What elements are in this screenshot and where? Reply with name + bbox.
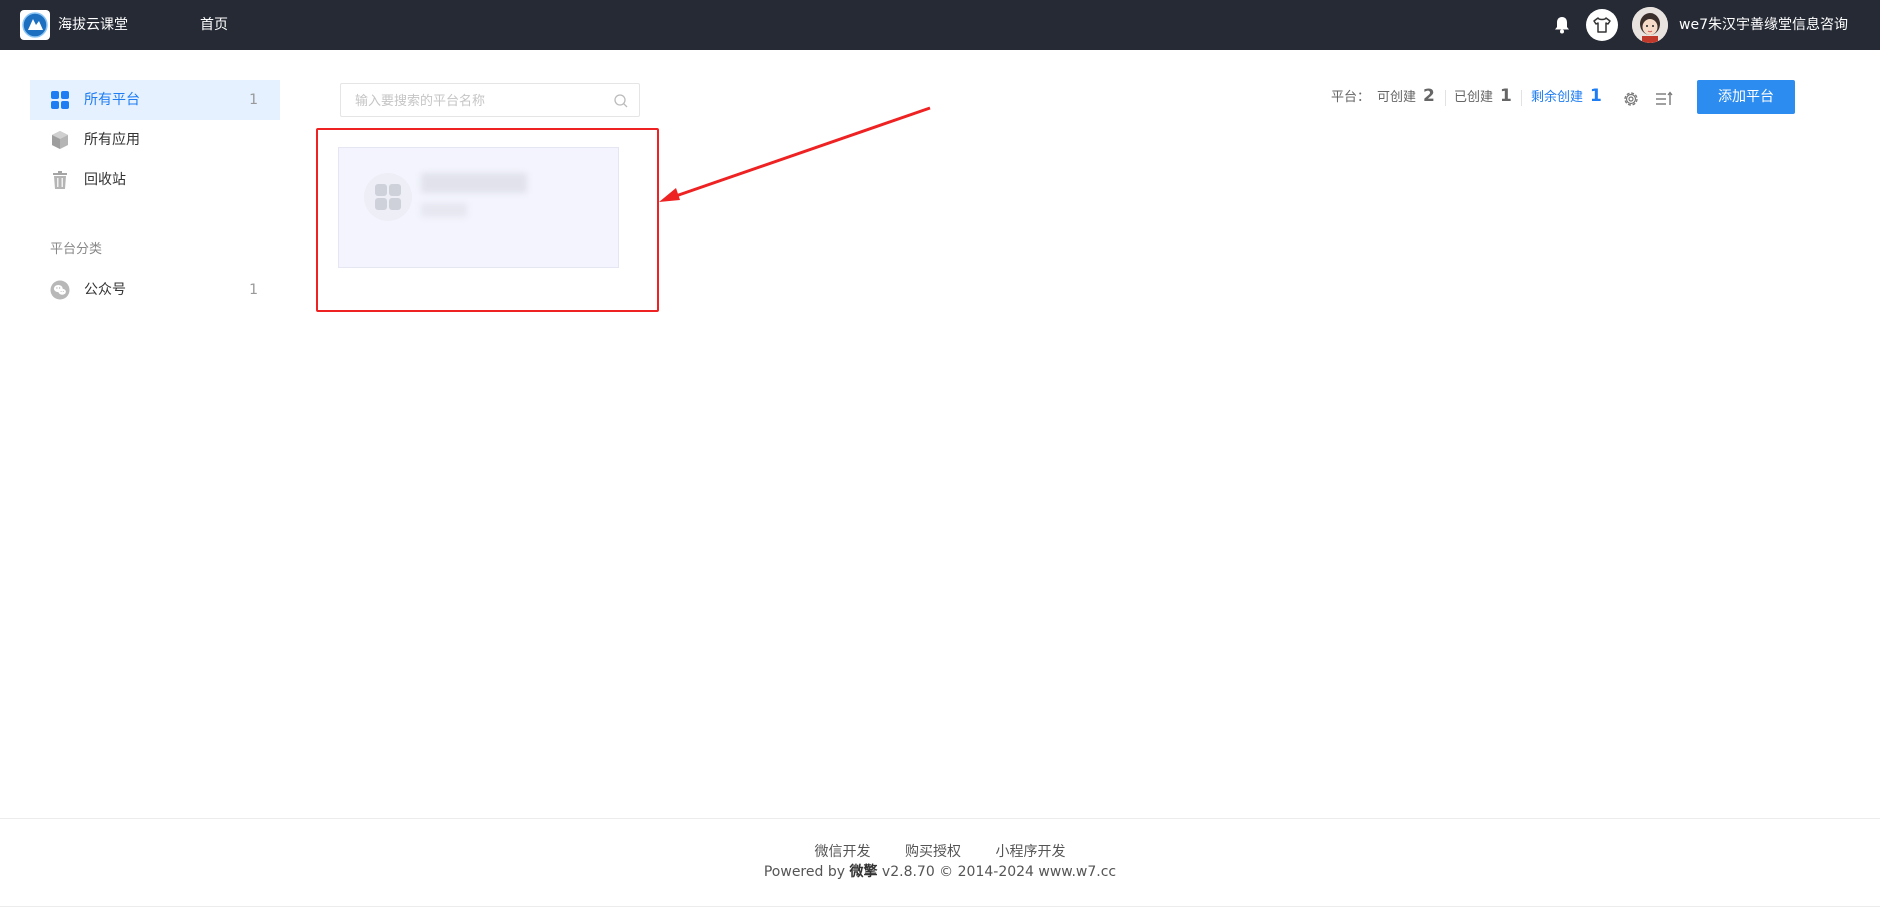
annotation-arrow: [659, 106, 931, 202]
footer-link-wechat-dev[interactable]: 微信开发: [815, 844, 871, 860]
footer-divider: [0, 818, 1880, 819]
powered-prefix: Powered by: [763, 864, 846, 880]
footer-powered-by: Powered by 微擎 v2.8.70 © 2014-2024 www.w7…: [0, 862, 1880, 882]
powered-brand[interactable]: 微擎: [849, 864, 877, 880]
footer-link-miniprogram-dev[interactable]: 小程序开发: [995, 844, 1065, 860]
footer-bottom-divider: [0, 906, 1880, 907]
footer-links: 微信开发 购买授权 小程序开发: [0, 842, 1880, 862]
powered-version: v2.8.70 © 2014-2024 www.w7.cc: [881, 864, 1117, 880]
footer-link-buy-license[interactable]: 购买授权: [905, 844, 961, 860]
